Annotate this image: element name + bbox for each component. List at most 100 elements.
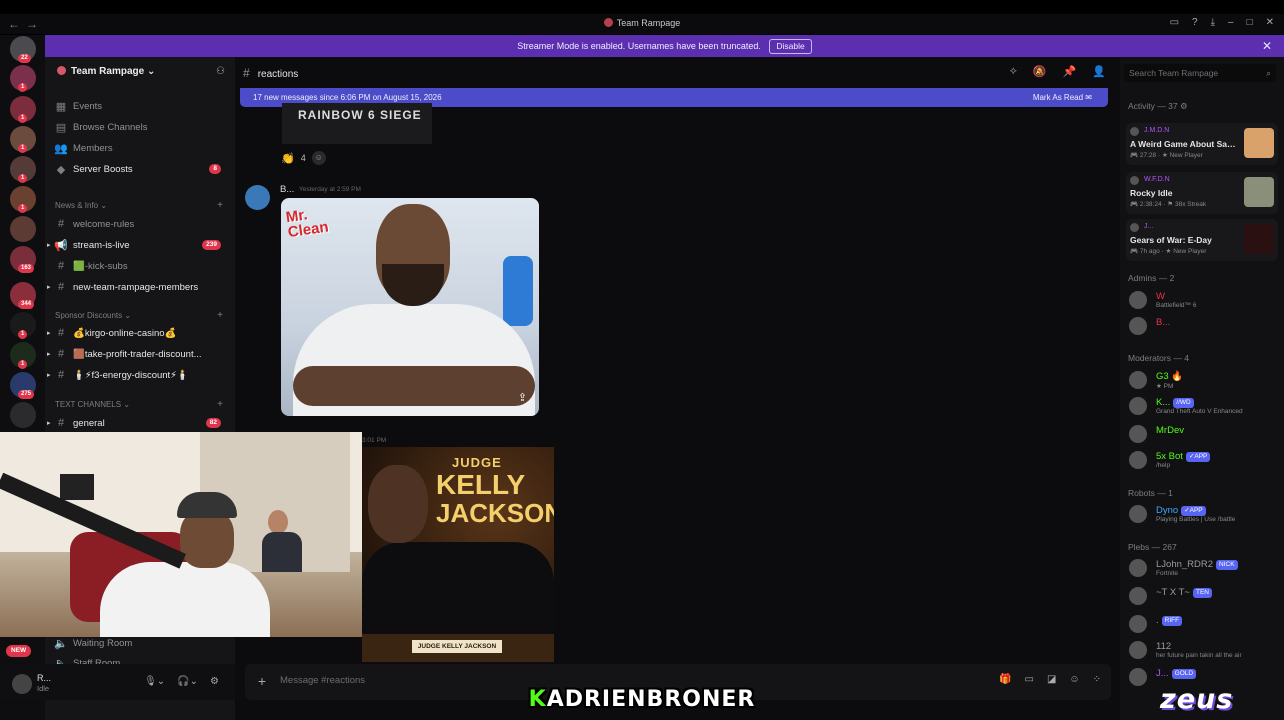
avatar (1129, 559, 1147, 577)
member-list-icon[interactable]: 👤 (1092, 65, 1106, 78)
add-channel-icon[interactable]: + (217, 200, 223, 211)
member-item[interactable]: K...//WD Grand Theft Auto V Enhanced (1126, 395, 1278, 417)
activity-card[interactable]: W.F.D.N Rocky Idle 🎮 2:38:24 · ⚑ 38x Strea… (1126, 172, 1278, 214)
gif-icon[interactable]: ▭ (1024, 674, 1033, 685)
mark-as-read-button[interactable]: Mark As Read ✉ (1033, 88, 1092, 107)
category-label: Sponsor Discounts ⌄ (55, 311, 132, 320)
name-plate-text: JUDGE KELLY JACKSON (412, 640, 502, 653)
pin-icon[interactable]: 📌 (1063, 65, 1077, 78)
cap (177, 492, 237, 518)
avatar[interactable] (245, 185, 270, 210)
close-icon[interactable]: ✕ (1266, 17, 1274, 28)
avatar (1129, 425, 1147, 443)
channel-item[interactable]: ▸ # 🕯️⚡f3-energy-discount⚡🕯️ (47, 366, 229, 384)
share-icon[interactable]: ⇪ (518, 391, 527, 404)
window-controls: ▭ ? ⤓ – □ ✕ (1170, 17, 1274, 28)
gift-icon[interactable]: 🎁 (999, 674, 1011, 685)
banner-close-icon[interactable]: ✕ (1262, 35, 1272, 57)
user-panel: R... Idle 🎙⌄ 🎧⌄ ⚙ (0, 664, 235, 700)
reactions: 👏 4 ☺ (281, 151, 326, 165)
member-item[interactable]: ~T X T~ TEN (1126, 585, 1278, 607)
channel-item[interactable]: ▸ # 🟫take-profit-trader-discount... (47, 345, 229, 363)
emoji-icon[interactable]: ☺ (1069, 674, 1079, 685)
header-actions: ⟡ 🔕 📌 👤 (1010, 65, 1106, 78)
user-status: Idle (37, 684, 50, 693)
new-badge[interactable]: NEW (6, 645, 32, 657)
channel-category[interactable]: TEXT CHANNELS ⌄ + (55, 399, 225, 410)
activity-card[interactable]: J... Gears of War: E-Day 🎮 7h ago · ★ New … (1126, 219, 1278, 261)
sidebar-item-label: Members (73, 142, 113, 154)
activity-sub: 🎮 27:28 · ★ New Player (1130, 152, 1203, 159)
browse-icon: ▤ (55, 121, 67, 134)
channel-item[interactable]: ▸ 📢 stream-is-live 239 (47, 236, 229, 254)
member-item[interactable]: 112 her future pain takin all the air (1126, 639, 1278, 661)
member-list: Search Team Rampage ⌕ Activity — 37 ⚙ J.M… (1120, 57, 1284, 720)
sidebar-item-1[interactable]: ▤ Browse Channels (53, 118, 229, 136)
member-section-header: Moderators — 4 (1128, 353, 1189, 363)
sidebar-item-3[interactable]: ◆ Server Boosts 8 (53, 160, 229, 178)
member-item[interactable]: B... (1126, 315, 1278, 337)
sidebar-item-0[interactable]: ▦ Events (53, 97, 229, 115)
member-item[interactable]: G3 🔥 ★ PM (1126, 369, 1278, 391)
channel-item[interactable]: # welcome-rules (53, 215, 229, 233)
sidebar-item-label: Events (73, 100, 103, 112)
username: R... (37, 673, 52, 683)
add-reaction-icon[interactable]: ☺ (311, 151, 326, 165)
maximize-icon[interactable]: □ (1247, 17, 1253, 28)
help-icon[interactable]: ? (1192, 17, 1198, 28)
mic-icon[interactable]: 🎙⌄ (144, 676, 165, 687)
add-channel-icon[interactable]: + (217, 310, 223, 321)
channel-item[interactable]: ▸ # new-team-rampage-members (47, 278, 229, 296)
invite-icon[interactable]: ⚇ (216, 66, 225, 77)
sticker-icon[interactable]: ◪ (1047, 674, 1056, 685)
guild-name[interactable]: Team Rampage ⌄ (57, 66, 155, 77)
unread-caret-icon: ▸ (47, 372, 51, 379)
attach-icon[interactable]: + (253, 672, 271, 690)
minimize-icon[interactable]: – (1228, 17, 1234, 28)
r6-image[interactable]: RAINBOW 6 SIEGE (282, 103, 432, 144)
member-item[interactable]: 5x Bot ✓APP/help (1126, 449, 1278, 471)
member-status: Grand Theft Auto V Enhanced (1156, 408, 1243, 415)
avatar (1130, 223, 1139, 232)
apps-icon[interactable]: ⁘ (1093, 674, 1101, 685)
avatar (1129, 641, 1147, 659)
channel-header: # reactions (243, 66, 299, 80)
add-channel-icon[interactable]: + (217, 399, 223, 410)
member-item[interactable]: MrDev (1126, 423, 1278, 445)
banner-text: Streamer Mode is enabled. Usernames have… (517, 41, 761, 51)
member-item[interactable]: W Battlefield™ 6 (1126, 289, 1278, 311)
message-author[interactable]: B... (280, 184, 294, 195)
channel-item[interactable]: ▸ # general 82 (47, 414, 229, 432)
clap-emoji-reaction[interactable]: 👏 (281, 152, 295, 165)
activity-user: J.M.D.N (1144, 127, 1170, 134)
server-icon-12[interactable] (10, 402, 36, 428)
server-icon-6[interactable] (10, 216, 36, 242)
download-icon[interactable]: ⤓ (1211, 17, 1215, 28)
search-input[interactable]: Search Team Rampage ⌕ (1124, 64, 1276, 82)
threads-icon[interactable]: ⟡ (1010, 65, 1017, 78)
channel-item[interactable]: ▸ # 💰kirgo-online-casino💰 (47, 324, 229, 342)
member-item[interactable]: LJohn_RDR2 NICK Fortnite (1126, 557, 1278, 579)
message-input[interactable]: Message #reactions (280, 675, 365, 686)
gear-icon[interactable]: ⚙ (210, 676, 219, 687)
crossed-arms (293, 366, 535, 406)
member-item[interactable]: Dyno ✓APP Playing Battles | Use /battle (1126, 503, 1278, 525)
member-status: /help (1156, 462, 1171, 469)
member-tag: TEN (1192, 588, 1212, 598)
member-item[interactable]: . RIFF (1126, 613, 1278, 635)
member-name: 5x Bot ✓APP (1156, 451, 1211, 462)
poster-title-1: JUDGE (452, 455, 502, 470)
mr-clean-image[interactable]: Mr. Clean ⇪ (281, 198, 539, 416)
activity-card[interactable]: J.M.D.N A Weird Game About Saus... 🎮 27:28… (1126, 123, 1278, 165)
channel-category[interactable]: News & Info ⌄ + (55, 200, 225, 211)
sidebar-item-2[interactable]: 👥 Members (53, 139, 229, 157)
headphones-icon[interactable]: 🎧⌄ (177, 676, 198, 687)
avatar[interactable] (12, 674, 32, 694)
channel-category[interactable]: Sponsor Discounts ⌄ + (55, 310, 225, 321)
judge-kelly-jackson-image[interactable]: JUDGE KELLY JACKSON JUDGE KELLY JACKSON (362, 447, 554, 662)
mute-icon[interactable]: 🔕 (1033, 65, 1047, 78)
inbox-icon[interactable]: ▭ (1170, 17, 1179, 28)
disable-button[interactable]: Disable (769, 39, 812, 54)
channel-item[interactable]: # 🟩-kick-subs (53, 257, 229, 275)
hash-icon: # (57, 260, 65, 272)
